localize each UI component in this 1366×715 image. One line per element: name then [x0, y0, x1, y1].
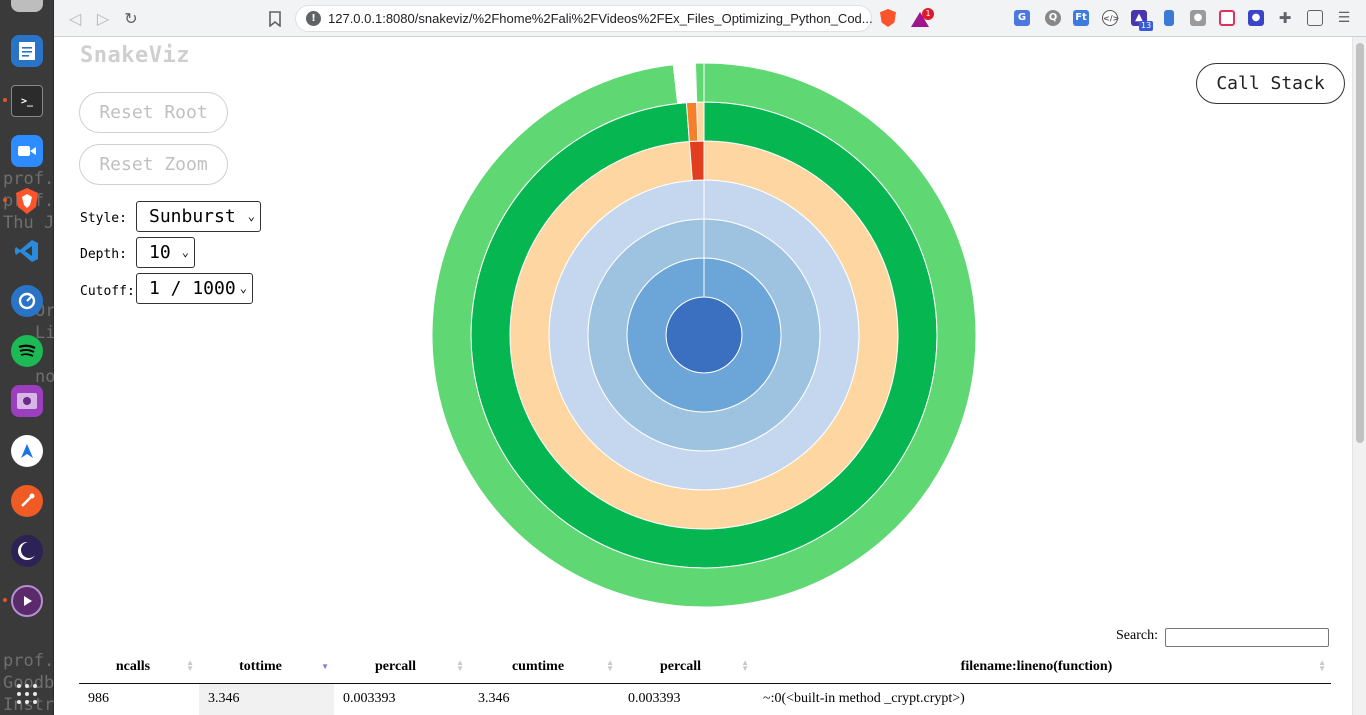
reset-zoom-button[interactable]: Reset Zoom — [79, 144, 228, 185]
running-indicator — [3, 598, 7, 602]
sunburst-segment[interactable] — [688, 140, 705, 181]
table-header-row: ncalls ▲ ▼ tottime ▼ percall ▲ ▼ cumtime ▲ ▼ pe… — [79, 651, 1331, 684]
table-row[interactable]: 986 3.346 0.003393 3.346 0.003393 ~:0(<b… — [79, 683, 1331, 715]
zoom-icon[interactable] — [11, 135, 43, 167]
style-select[interactable]: Sunburst ⌄ — [136, 201, 261, 232]
code-extension-icon[interactable]: </> — [1102, 10, 1119, 26]
rewards-badge: 1 — [922, 8, 934, 20]
reload-icon[interactable]: ↻ — [120, 8, 142, 30]
browser-toolbar: ◁ ▷ ↻ ! 127.0.0.1:8080/snakeviz/%2Fhome%… — [54, 0, 1366, 37]
running-indicator — [3, 198, 7, 202]
postman-icon[interactable] — [11, 485, 43, 517]
sunburst-segment[interactable] — [672, 62, 698, 105]
column-header[interactable]: percall ▲ ▼ — [619, 651, 754, 684]
table-cell: 0.003393 — [334, 683, 469, 715]
search-label: Search: — [1116, 628, 1158, 643]
depth-label: Depth: — [80, 247, 127, 262]
extensions-puzzle-icon[interactable]: ✚ — [1277, 10, 1293, 26]
table-cell: 3.346 — [199, 683, 334, 715]
reset-root-button[interactable]: Reset Root — [79, 92, 228, 133]
sort-icon: ▲ ▼ — [456, 658, 464, 673]
ubuntu-dock: prof. prof. Thu J Or Li no prof. Goodb I… — [0, 0, 54, 715]
sort-icon: ▲ ▼ — [741, 658, 749, 673]
sort-icon: ▲ ▼ — [606, 658, 614, 673]
sunburst-segment[interactable] — [696, 101, 705, 142]
depth-select-value: 10 — [149, 242, 171, 263]
media-player-icon[interactable] — [11, 585, 43, 617]
stats-table: ncalls ▲ ▼ tottime ▼ percall ▲ ▼ cumtime ▲ ▼ pe… — [79, 651, 1331, 715]
bookmark-icon[interactable] — [264, 8, 286, 30]
spotify-icon[interactable] — [11, 335, 43, 367]
q-extension-icon[interactable]: Q — [1045, 10, 1061, 26]
screen-recorder-icon[interactable] — [11, 385, 43, 417]
eclipse-icon[interactable] — [11, 535, 43, 567]
table-cell: 3.346 — [469, 683, 619, 715]
page-scrollbar[interactable] — [1352, 37, 1366, 715]
back-icon[interactable]: ◁ — [64, 8, 86, 30]
search-input[interactable] — [1165, 628, 1329, 647]
translate-extension-icon[interactable]: G — [1014, 10, 1030, 26]
app-title: SnakeViz — [80, 43, 190, 68]
chevron-down-icon: ⌄ — [247, 209, 255, 223]
cutoff-label: Cutoff: — [80, 284, 135, 299]
url-text: 127.0.0.1:8080/snakeviz/%2Fhome%2Fali%2F… — [328, 11, 873, 26]
brave-shields-icon[interactable] — [880, 9, 896, 27]
sunburst-segment[interactable] — [694, 62, 705, 103]
wallet-icon[interactable] — [1307, 10, 1323, 26]
extension-badge: 13 — [1139, 21, 1154, 31]
table-cell: 0.003393 — [619, 683, 754, 715]
brave-icon[interactable] — [11, 185, 43, 217]
vscode-icon[interactable] — [11, 235, 43, 267]
snakeviz-page: SnakeViz Reset Root Reset Zoom Style: Su… — [54, 37, 1352, 715]
ft-extension-icon[interactable]: Ft — [1073, 10, 1089, 26]
menu-icon[interactable]: ☰ — [1336, 10, 1352, 26]
sort-descending-icon: ▼ — [321, 662, 329, 671]
style-select-value: Sunburst — [149, 206, 236, 227]
forward-icon[interactable]: ▷ — [92, 8, 114, 30]
address-bar[interactable]: ! 127.0.0.1:8080/snakeviz/%2Fhome%2Fali%… — [295, 5, 873, 32]
cutoff-select[interactable]: 1 / 1000 ⌄ — [136, 273, 253, 304]
depth-select[interactable]: 10 ⌄ — [136, 237, 195, 268]
table-cell: 986 — [79, 683, 199, 715]
record-extension-icon[interactable]: ● — [1248, 10, 1264, 26]
column-header[interactable]: ncalls ▲ ▼ — [79, 651, 199, 684]
column-header[interactable]: percall ▲ ▼ — [334, 651, 469, 684]
timer-icon[interactable] — [11, 285, 43, 317]
column-header[interactable]: tottime ▼ — [199, 651, 334, 684]
chevron-down-icon: ⌄ — [181, 245, 189, 259]
call-stack-button[interactable]: Call Stack — [1196, 63, 1345, 104]
chevron-down-icon: ⌄ — [239, 281, 247, 295]
phone-extension-icon[interactable] — [1164, 10, 1174, 26]
dock-files-icon[interactable] — [11, 0, 43, 12]
show-applications-icon[interactable] — [17, 684, 37, 704]
scrollbar-thumb[interactable] — [1356, 43, 1364, 443]
style-label: Style: — [80, 211, 127, 226]
column-header[interactable]: cumtime ▲ ▼ — [469, 651, 619, 684]
camera-extension-icon[interactable]: ● — [1190, 10, 1206, 26]
capture-extension-icon[interactable] — [1219, 10, 1235, 26]
site-info-icon[interactable]: ! — [306, 11, 321, 26]
maps-icon[interactable] — [11, 435, 43, 467]
terminal-icon[interactable]: >_ — [11, 85, 43, 117]
column-header[interactable]: filename:lineno(function) ▲ ▼ — [754, 651, 1331, 684]
running-indicator — [3, 98, 7, 102]
text-editor-icon[interactable] — [11, 35, 43, 67]
sunburst-chart[interactable] — [429, 60, 979, 610]
sort-icon: ▲ ▼ — [1318, 658, 1326, 673]
table-cell: ~:0(<built-in method _crypt.crypt>) — [754, 683, 1331, 715]
cutoff-select-value: 1 / 1000 — [149, 278, 236, 299]
sort-icon: ▲ ▼ — [186, 658, 194, 673]
